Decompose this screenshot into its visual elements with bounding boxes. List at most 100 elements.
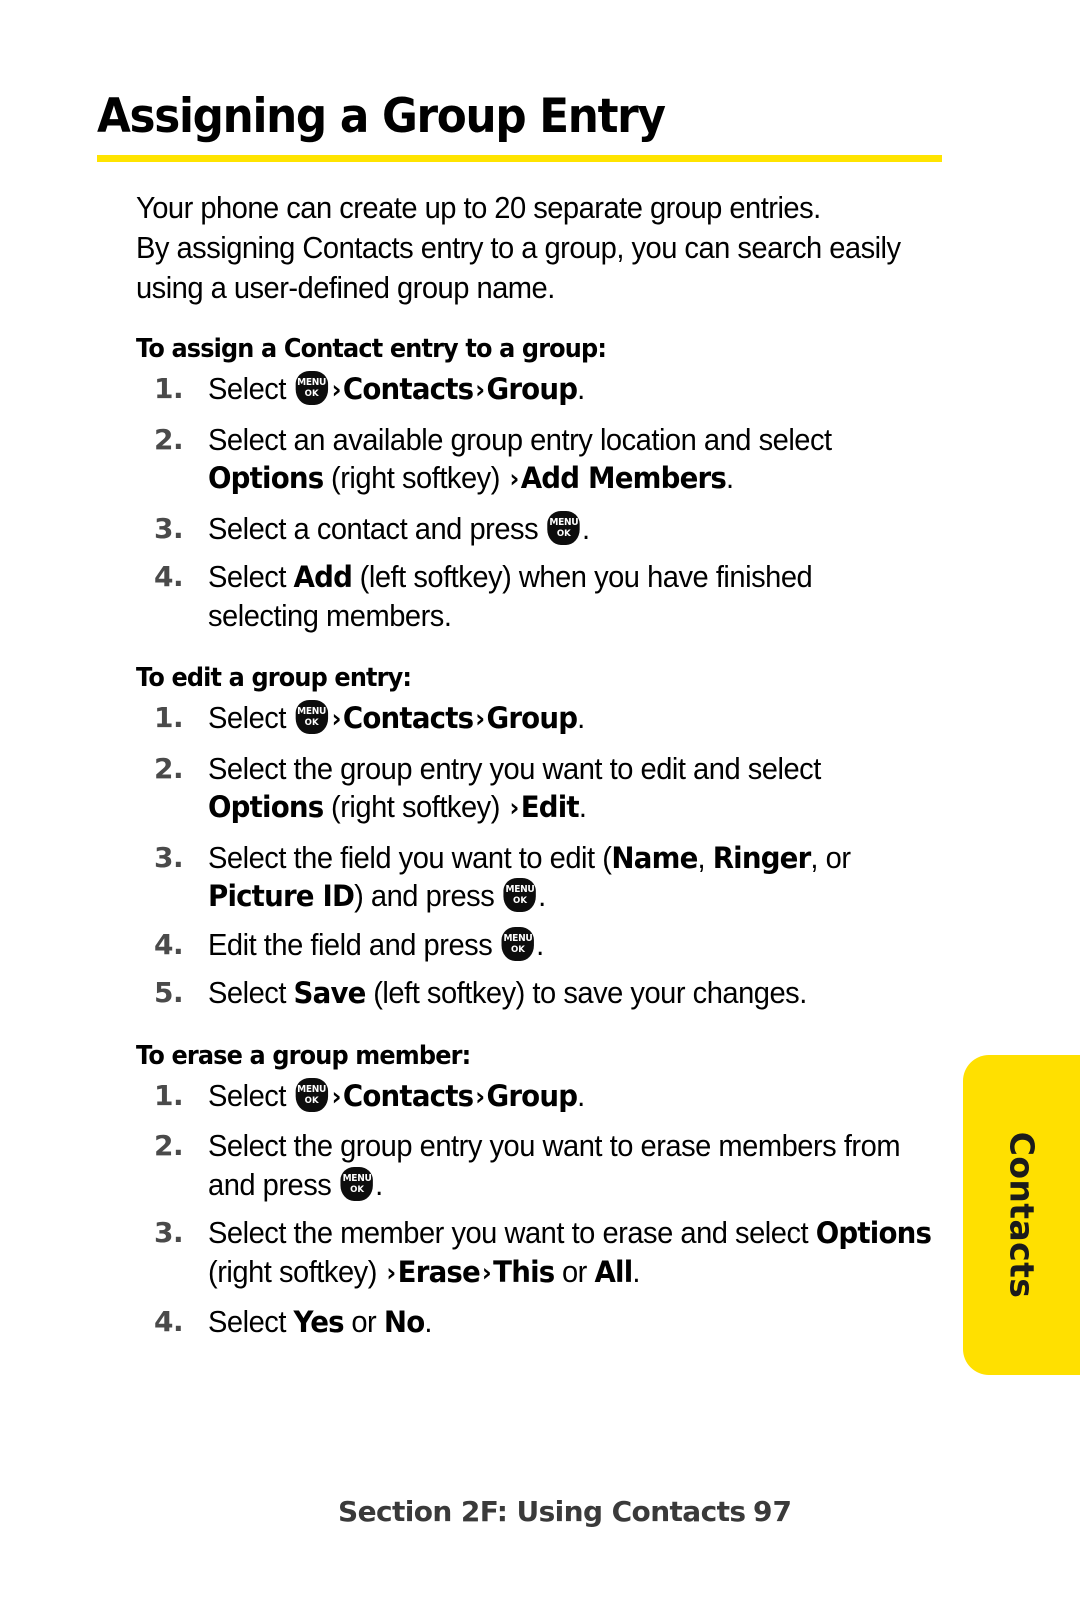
step-number: 4. [154, 927, 184, 961]
menu-ok-key-icon: MENU OK [501, 926, 535, 961]
emphasis-text: Edit [520, 790, 580, 824]
step-text: Select the group entry you want to edit … [208, 750, 911, 829]
step-line: Select MENU OK ›Contacts›Group. [208, 700, 585, 735]
step-item: 4. Select Yes or No. [136, 1303, 946, 1342]
step-line: selecting members. [208, 598, 452, 633]
step-number: 5. [154, 976, 184, 1009]
step-text: Select an available group entry location… [208, 421, 911, 500]
menu-ok-key-ok-label: OK [513, 896, 527, 906]
step-number: 1. [154, 1078, 184, 1112]
step-text: Edit the field and press MENU OK. [208, 926, 911, 965]
step-item: 2. Select the group entry you want to edi… [136, 750, 946, 829]
step-item: 2. Select an available group entry locati… [136, 421, 946, 500]
menu-ok-key-ok-label: OK [510, 944, 525, 955]
menu-ok-key-icon: MENU OK [340, 1166, 374, 1201]
step-line: Select a contact and press MENU OK. [208, 510, 590, 546]
chevron-right-icon: › [475, 375, 485, 404]
step-number: 4. [154, 560, 184, 593]
step-text: Select the field you want to edit (Name,… [208, 839, 911, 916]
footer-section-text: Section 2F: Using Contacts [338, 1495, 746, 1528]
footer-page-number: 97 [753, 1495, 792, 1528]
emphasis-text: Group [486, 1078, 578, 1113]
chevron-right-icon: › [386, 1257, 396, 1287]
step-line: Select Save (left softkey) to save your … [208, 976, 807, 1010]
intro-line-3: using a user-defined group name. [136, 271, 555, 305]
menu-ok-key-icon: MENU OK [503, 878, 537, 912]
step-line: Picture ID) and press MENU OK. [208, 878, 546, 913]
step-item: 2. Select the group entry you want to era… [136, 1127, 946, 1204]
chevron-right-icon: › [509, 464, 519, 493]
chevron-right-icon: › [475, 704, 485, 733]
step-number: 2. [154, 422, 184, 456]
step-text: Select Yes or No. [208, 1303, 911, 1342]
emphasis-text: Options [208, 790, 324, 824]
step-line: Select Add (left softkey) when you have … [208, 560, 813, 594]
menu-ok-key-menu-label: MENU [297, 377, 327, 388]
menu-ok-key-ok-label: OK [304, 389, 319, 399]
step-line: Select MENU OK ›Contacts›Group. [208, 371, 585, 406]
emphasis-text: Group [486, 372, 578, 406]
step-line: Select an available group entry location… [208, 422, 832, 457]
emphasis-text: No [383, 1305, 425, 1339]
step-line: Select Yes or No. [208, 1305, 432, 1339]
step-line: Select the member you want to erase and … [208, 1216, 932, 1250]
step-line: Edit the field and press MENU OK. [208, 926, 544, 962]
menu-ok-key-menu-label: MENU [549, 516, 579, 528]
emphasis-text: This [493, 1254, 555, 1289]
step-line: Options (right softkey) ›Edit. [208, 790, 587, 824]
step-list: 1. Select MENU OK ›Contacts›Group. 2. Select … [136, 699, 946, 1013]
step-text: Select the group entry you want to erase… [208, 1127, 911, 1204]
step-number: 2. [154, 1129, 184, 1162]
chevron-right-icon: › [331, 1081, 342, 1111]
step-item: 4. Select Add (left softkey) when you hav… [136, 558, 946, 635]
emphasis-text: Add [293, 560, 353, 594]
emphasis-text: Options [815, 1216, 932, 1250]
title-block: Assigning a Group Entry [97, 92, 942, 163]
step-list: 1. Select MENU OK ›Contacts›Group. 2. Select … [136, 1077, 946, 1342]
manual-page: Contacts Assigning a Group Entry Your ph… [0, 0, 1080, 1620]
chevron-right-icon: › [509, 793, 519, 822]
menu-ok-key-icon: MENU OK [295, 371, 328, 405]
step-text: Select Add (left softkey) when you have … [208, 558, 911, 635]
step-list: 1. Select MENU OK ›Contacts›Group. 2. Select … [136, 370, 946, 635]
emphasis-text: Name [611, 840, 698, 875]
section-heading: To assign a Contact entry to a group: [136, 334, 607, 364]
page-content: Your phone can create up to 20 separate … [136, 188, 946, 1370]
sections-host: To assign a Contact entry to a group: 1. S… [136, 334, 946, 1342]
emphasis-text: Contacts [342, 372, 474, 406]
section-heading: To edit a group entry: [136, 663, 412, 693]
emphasis-text: Group [486, 701, 578, 735]
step-line: Select the field you want to edit (Name,… [208, 840, 851, 875]
step-item: 4. Edit the field and press MENU OK. [136, 926, 946, 965]
menu-ok-key-icon: MENU OK [295, 700, 328, 734]
step-item: 3. Select a contact and press MENU OK. [136, 510, 946, 549]
menu-ok-key-ok-label: OK [304, 1095, 319, 1106]
emphasis-text: Add Members [520, 461, 727, 495]
menu-ok-key-ok-label: OK [350, 1184, 365, 1195]
menu-ok-key-icon: MENU OK [547, 510, 581, 545]
chevron-right-icon: › [481, 1257, 492, 1287]
menu-ok-key-menu-label: MENU [503, 932, 533, 944]
side-tab-contacts: Contacts [963, 1055, 1080, 1375]
step-text: Select MENU OK ›Contacts›Group. [208, 370, 911, 411]
footer-inner: Section 2F: Using Contacts 97 [280, 1495, 800, 1528]
side-tab-label: Contacts [1002, 1131, 1041, 1299]
emphasis-text: Yes [293, 1305, 345, 1339]
step-line: Select the group entry you want to erase… [208, 1129, 901, 1163]
emphasis-text: Options [208, 461, 324, 495]
step-item: 1. Select MENU OK ›Contacts›Group. [136, 370, 946, 411]
step-line: and press MENU OK. [208, 1166, 383, 1202]
step-line: Options (right softkey) ›Add Members. [208, 461, 734, 495]
menu-ok-key-icon: MENU OK [295, 1077, 328, 1112]
title-underline-rule [97, 155, 942, 163]
emphasis-text: Ringer [712, 840, 812, 875]
menu-ok-key-menu-label: MENU [342, 1172, 372, 1184]
step-item: 1. Select MENU OK ›Contacts›Group. [136, 699, 946, 740]
step-number: 3. [154, 511, 184, 545]
step-item: 5. Select Save (left softkey) to save you… [136, 974, 946, 1013]
step-number: 1. [154, 701, 184, 734]
section-heading: To erase a group member: [136, 1040, 471, 1071]
step-item: 3. Select the field you want to edit (Nam… [136, 839, 946, 916]
chevron-right-icon: › [331, 375, 342, 404]
step-line: Select MENU OK ›Contacts›Group. [208, 1077, 585, 1113]
